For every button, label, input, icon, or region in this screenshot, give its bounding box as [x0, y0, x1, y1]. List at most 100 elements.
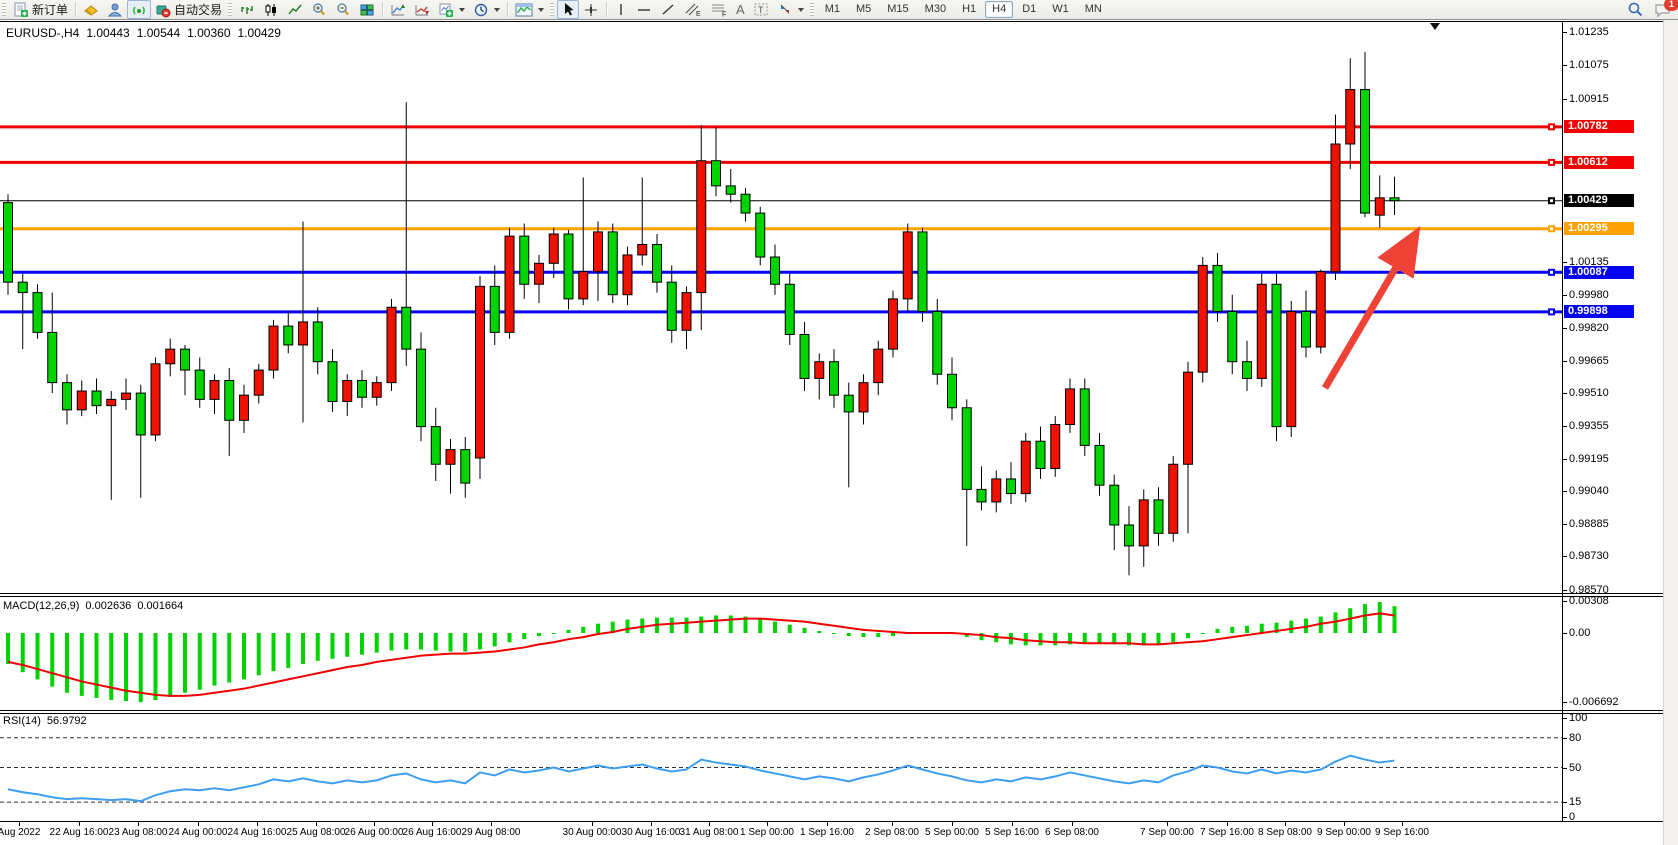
zoom-out-button[interactable]: [331, 0, 355, 19]
candle-body: [195, 370, 204, 399]
chevron-down-icon: [538, 8, 544, 12]
candle-body: [579, 272, 588, 299]
objects-button[interactable]: [410, 0, 434, 19]
price-tick-label: 0.99510: [1569, 387, 1609, 399]
macd-histogram-bar: [537, 633, 541, 636]
price-tick-label: 0.98730: [1569, 550, 1609, 562]
auto-trading-icon: [155, 2, 171, 18]
candle-body: [1243, 362, 1252, 379]
market-watch-icon: [83, 2, 99, 18]
time-tick-label[interactable]: 5 Sep 00:00: [925, 827, 979, 838]
data-window-button[interactable]: [103, 0, 127, 19]
candle-body: [328, 362, 337, 402]
candlestick-chart-button[interactable]: [259, 0, 283, 19]
text-label-button[interactable]: T: [749, 0, 773, 19]
time-tick-label[interactable]: Aug 2022: [0, 827, 40, 838]
macd-histogram-bar: [65, 633, 69, 693]
time-tick-label[interactable]: 7 Sep 16:00: [1200, 827, 1254, 838]
price-tick: [1563, 426, 1567, 427]
macd-rsi-separator[interactable]: [0, 710, 1678, 711]
time-tick-label[interactable]: 9 Sep 00:00: [1317, 827, 1371, 838]
signal-icon: [131, 2, 147, 18]
time-tick-label[interactable]: 5 Sep 16:00: [985, 827, 1039, 838]
macd-histogram-bar: [1171, 633, 1175, 642]
zoom-in-button[interactable]: [307, 0, 331, 19]
time-tick-label[interactable]: 30 Aug 16:00: [622, 827, 681, 838]
time-tick-label[interactable]: 30 Aug 00:00: [563, 827, 622, 838]
time-tick-label[interactable]: 24 Aug 16:00: [228, 827, 287, 838]
macd-pane[interactable]: [0, 597, 1562, 710]
price-tick: [1563, 328, 1567, 329]
tile-windows-button[interactable]: [355, 0, 379, 19]
equidistant-channel-button[interactable]: E: [680, 0, 706, 19]
timeframe-button-d1[interactable]: D1: [1015, 1, 1043, 18]
time-tick-label[interactable]: 29 Aug 08:00: [462, 827, 521, 838]
time-tick-label[interactable]: 6 Sep 08:00: [1045, 827, 1099, 838]
auto-trading-button[interactable]: 自动交易: [151, 0, 226, 19]
timeframe-button-w1[interactable]: W1: [1045, 1, 1076, 18]
main-price-pane[interactable]: [0, 22, 1562, 593]
timeframe-button-m30[interactable]: M30: [918, 1, 953, 18]
candle-body: [594, 232, 603, 272]
timeframe-button-h4[interactable]: H4: [985, 1, 1013, 18]
timeframe-button-mn[interactable]: MN: [1078, 1, 1109, 18]
time-tick-label[interactable]: 26 Aug 00:00: [345, 827, 404, 838]
cursor-button[interactable]: [557, 0, 579, 19]
indicators-button[interactable]: [386, 0, 410, 19]
macd-histogram-bar: [449, 633, 453, 652]
time-tick-label[interactable]: 7 Sep 00:00: [1140, 827, 1194, 838]
time-tick-label[interactable]: 23 Aug 08:00: [109, 827, 168, 838]
time-tick-label[interactable]: 8 Sep 08:00: [1258, 827, 1312, 838]
text-button[interactable]: A: [732, 0, 749, 19]
chart-window[interactable]: EURUSD-,H4 1.00443 1.00544 1.00360 1.004…: [0, 19, 1678, 845]
trendline-icon: [660, 2, 676, 17]
macd-histogram-bar: [1098, 633, 1102, 643]
vertical-line-button[interactable]: [610, 0, 632, 19]
time-tick-label[interactable]: 31 Aug 08:00: [680, 827, 739, 838]
macd-histogram-bar: [508, 633, 512, 642]
candle-body: [741, 194, 750, 213]
time-tick-label[interactable]: 25 Aug 08:00: [287, 827, 346, 838]
candle-body: [1302, 311, 1311, 347]
timeframe-button-m1[interactable]: M1: [818, 1, 847, 18]
trendline-button[interactable]: [656, 0, 680, 19]
notifications-button[interactable]: 1: [1654, 2, 1672, 18]
line-chart-button[interactable]: [283, 0, 307, 19]
toolbar-grip[interactable]: [2, 3, 6, 16]
crosshair-button[interactable]: [579, 0, 603, 19]
timeframe-button-m5[interactable]: M5: [849, 1, 878, 18]
main-macd-separator[interactable]: [0, 593, 1678, 594]
toolbar-grip[interactable]: [810, 3, 814, 16]
fibonacci-button[interactable]: F: [706, 0, 732, 19]
signals-button[interactable]: [127, 0, 151, 19]
timeframe-button-h1[interactable]: H1: [955, 1, 983, 18]
candle-body: [107, 399, 116, 405]
time-tick-label[interactable]: 1 Sep 16:00: [800, 827, 854, 838]
market-watch-button[interactable]: [79, 0, 103, 19]
candle-body: [874, 349, 883, 382]
time-tick-label[interactable]: 26 Aug 16:00: [403, 827, 462, 838]
time-tick-label[interactable]: 22 Aug 16:00: [50, 827, 109, 838]
horizontal-line-button[interactable]: [632, 0, 656, 19]
toolbar-grip[interactable]: [550, 3, 554, 16]
candle-body: [992, 479, 1001, 502]
templates-button[interactable]: [511, 0, 548, 19]
time-tick-label[interactable]: 9 Sep 16:00: [1375, 827, 1429, 838]
timeframe-button-m15[interactable]: M15: [880, 1, 915, 18]
macd-histogram-bar: [183, 633, 187, 693]
time-tick-label[interactable]: 2 Sep 08:00: [865, 827, 919, 838]
new-order-button[interactable]: 新订单: [9, 0, 72, 19]
candle-body: [549, 234, 558, 263]
macd-histogram-bar: [331, 633, 335, 659]
time-tick-label[interactable]: 1 Sep 00:00: [740, 827, 794, 838]
toolbar-grip[interactable]: [228, 3, 232, 16]
add-indicator-button[interactable]: [434, 0, 469, 19]
bar-chart-button[interactable]: [235, 0, 259, 19]
macd-tick: [1563, 601, 1567, 602]
arrows-button[interactable]: [773, 0, 808, 19]
macd-histogram-bar: [493, 633, 497, 646]
rsi-pane[interactable]: [0, 712, 1562, 820]
search-icon[interactable]: [1627, 1, 1644, 18]
periods-button[interactable]: [469, 0, 504, 19]
time-tick-label[interactable]: 24 Aug 00:00: [169, 827, 228, 838]
